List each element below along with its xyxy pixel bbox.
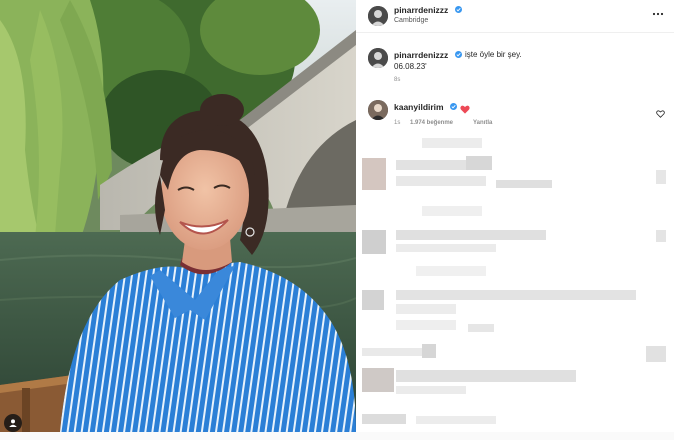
caption-date: 06.08.23' bbox=[394, 62, 427, 71]
more-options-button[interactable] bbox=[652, 8, 664, 23]
avatar-image bbox=[368, 6, 388, 26]
caption-username[interactable]: pinarrdenizzz bbox=[394, 50, 448, 60]
author-avatar[interactable] bbox=[368, 6, 388, 26]
comment-reply-button[interactable]: Yanıtla bbox=[473, 120, 492, 126]
post-photo[interactable] bbox=[0, 0, 356, 432]
post-location[interactable]: Cambridge bbox=[394, 17, 428, 24]
red-heart-emoji-icon bbox=[460, 101, 470, 119]
like-comment-heart-icon[interactable] bbox=[656, 105, 665, 123]
commenter-avatar[interactable] bbox=[368, 100, 388, 120]
caption-text: işte öyle bir şey. bbox=[465, 50, 522, 59]
verified-badge-icon bbox=[450, 103, 457, 110]
pixelated-comments bbox=[356, 130, 674, 430]
caption-avatar[interactable] bbox=[368, 48, 388, 68]
caption-time-ago[interactable]: 8s bbox=[394, 77, 400, 83]
comment-username[interactable]: kaanyildirim bbox=[394, 102, 444, 112]
avatar-image bbox=[368, 100, 388, 120]
post-details-panel: pinarrdenizzz Cambridge pinarrdenizzz iş… bbox=[356, 0, 674, 432]
post-header: pinarrdenizzz Cambridge bbox=[356, 0, 674, 33]
comment-time-ago[interactable]: 1s bbox=[394, 120, 400, 126]
post-image bbox=[0, 0, 356, 432]
verified-badge-icon bbox=[455, 51, 462, 58]
author-username[interactable]: pinarrdenizzz bbox=[394, 5, 448, 15]
tagged-user-button[interactable] bbox=[4, 414, 22, 432]
avatar-image bbox=[368, 48, 388, 68]
more-horizontal-icon bbox=[652, 12, 664, 16]
verified-badge-icon bbox=[455, 6, 462, 13]
comment-likes-count[interactable]: 1.974 beğenme bbox=[410, 120, 453, 126]
user-icon bbox=[9, 419, 17, 427]
